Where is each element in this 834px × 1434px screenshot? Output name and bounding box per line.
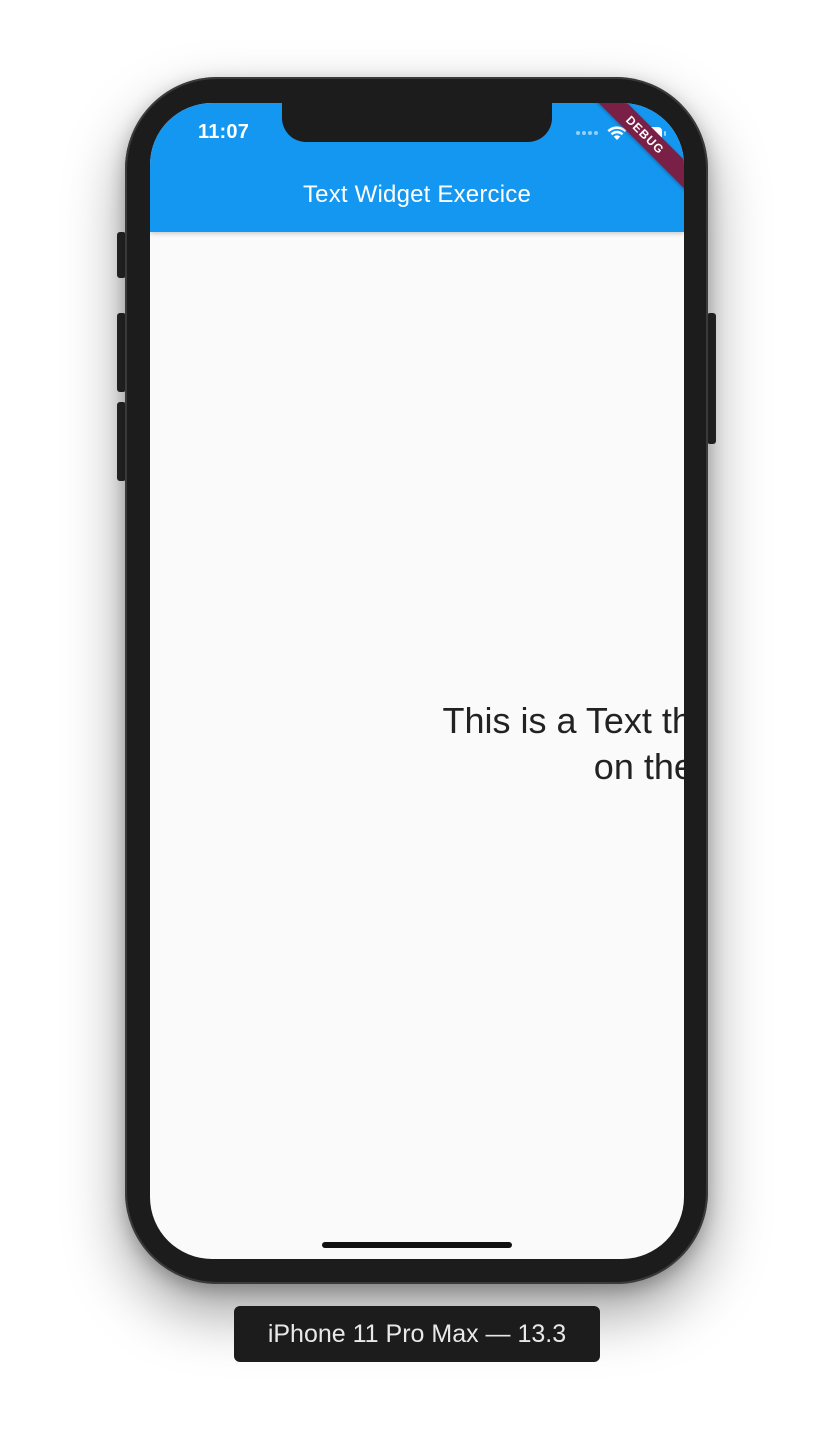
app-screen: 11:07 Text Widget Exercice DEBUG This is… [150, 103, 684, 1259]
home-indicator[interactable] [322, 1242, 512, 1248]
power-button [707, 313, 716, 444]
notch [282, 103, 552, 142]
body-text: This is a Text that is align on the righ… [150, 698, 684, 790]
signal-icon [576, 131, 598, 135]
simulator-stage: 11:07 Text Widget Exercice DEBUG This is… [0, 0, 834, 1434]
body-text-line-1: This is a Text that is align [442, 700, 684, 741]
body-text-line-2: on the right and [593, 746, 684, 787]
device-label: iPhone 11 Pro Max — 13.3 [234, 1306, 600, 1362]
status-time: 11:07 [198, 121, 250, 143]
app-bar-title: Text Widget Exercice [302, 181, 532, 208]
